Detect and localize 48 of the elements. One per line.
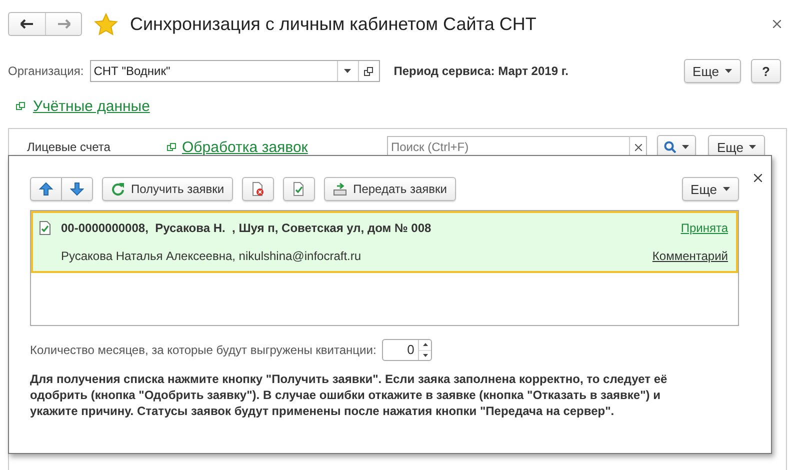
clear-icon: [634, 144, 642, 150]
move-up-button[interactable]: [30, 177, 62, 201]
more-button[interactable]: Еще: [682, 177, 739, 201]
reject-button[interactable]: [242, 177, 274, 201]
close-icon: [773, 20, 781, 28]
more-button[interactable]: Еще: [684, 59, 741, 83]
star-icon[interactable]: [94, 12, 118, 36]
caret-icon: [749, 145, 756, 149]
document-reject-icon: [251, 182, 266, 196]
document-check-icon: [39, 221, 51, 235]
move-down-button[interactable]: [62, 177, 93, 201]
organization-field[interactable]: СНТ "Водник": [90, 60, 380, 82]
field-label: Организация:: [8, 64, 84, 78]
get-requests-button[interactable]: Получить заявки: [102, 177, 234, 201]
months-field[interactable]: 0: [382, 339, 432, 361]
caret-icon: [723, 187, 730, 191]
request-details: Русакова Наталья Алексеевна, nikulshina@infocraft.ru: [61, 249, 362, 263]
request-title: 00-0000000008, Русакова Н. , Шуя п, Советская ул, дом № 008: [61, 221, 432, 235]
close-icon: [754, 174, 762, 182]
link-icon: [167, 143, 176, 151]
field-label: Количество месяцев, за которые будут выгружены квитанции:: [30, 343, 376, 357]
refresh-icon: [111, 182, 125, 196]
send-icon: [333, 182, 348, 196]
open-icon: [364, 66, 374, 76]
search-icon: [664, 141, 676, 153]
forward-arrow-icon: [56, 19, 70, 29]
period-text: Период сервиса: Март 2019 г.: [394, 64, 570, 78]
comment-link[interactable]: Комментарий: [652, 249, 728, 263]
up-arrow-icon: [39, 182, 53, 196]
send-requests-button[interactable]: Передать заявки: [324, 177, 456, 201]
status-link[interactable]: Принята: [680, 221, 728, 235]
request-row[interactable]: 00-0000000008, Русакова Н. , Шуя п, Советская ул, дом № 008 Принята Русакова Наталья Алексеевна, nikulshina@infocraft.ru Комментарий: [31, 211, 738, 273]
back-arrow-icon: [20, 19, 34, 29]
help-button[interactable]: ?: [751, 59, 781, 83]
section-label: Лицевые счета: [27, 140, 112, 154]
caret-icon: [344, 69, 352, 73]
link-icon: [16, 102, 25, 110]
requests-link[interactable]: Обработка заявок: [182, 138, 308, 156]
caret-icon: [725, 69, 732, 73]
caret-up-icon: [422, 343, 428, 346]
window-title: Синхронизация с личным кабинетом Сайта СНТ: [130, 14, 538, 34]
approve-button[interactable]: [283, 177, 316, 201]
caret-icon: [682, 145, 689, 149]
down-arrow-icon: [70, 182, 84, 196]
document-check-icon: [292, 182, 306, 196]
accounts-link[interactable]: Учётные данные: [33, 98, 150, 114]
caret-icon: [422, 354, 428, 357]
hint-text: Для получения списка нажмите кнопку "Получить заявки". Если заяка заполнена корректно, то следует её одобрить (кнопка "Одобрить заявку"). В случае ошибки откажите в заявке (кнопка "Отказать в заявке") и укажите причину. Статусы заявок будут применены после нажатия кнопки "Передача на сервер".: [30, 371, 668, 419]
